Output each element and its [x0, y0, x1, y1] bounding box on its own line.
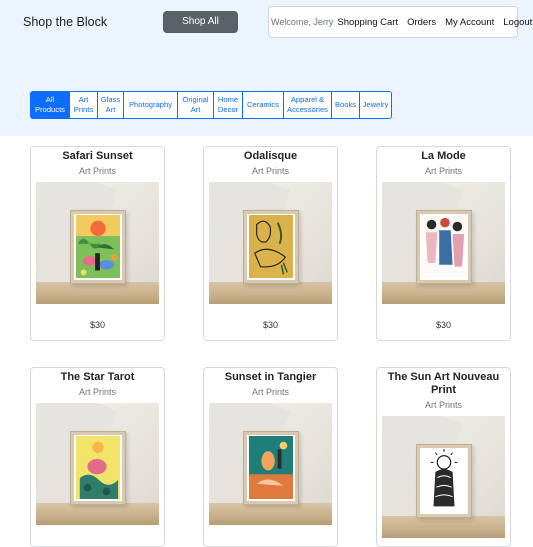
artwork-sun-art-nouveau	[422, 449, 466, 513]
product-category: Art Prints	[78, 387, 116, 397]
product-image[interactable]	[382, 416, 505, 538]
product-image[interactable]	[382, 182, 505, 304]
product-title[interactable]: Safari Sunset	[31, 150, 164, 163]
product-title[interactable]: The Sun Art Nouveau Print	[377, 371, 510, 397]
artwork-la-mode	[422, 215, 466, 279]
orders-link[interactable]: Orders	[407, 17, 436, 28]
product-category: Art Prints	[424, 166, 462, 176]
category-glass-art[interactable]: Glass Art	[97, 91, 124, 119]
product-title[interactable]: La Mode	[377, 150, 510, 163]
category-apparel-accessories[interactable]: Apparel & Accessories	[283, 91, 332, 119]
product-price: $30	[435, 320, 452, 330]
artwork-odalisque	[249, 215, 293, 279]
product-title[interactable]: The Star Tarot	[31, 371, 164, 384]
category-books[interactable]: Books	[331, 91, 360, 119]
product-card[interactable]: Safari Sunset Art Prints $30	[30, 146, 165, 341]
category-art-prints[interactable]: Art Prints	[69, 91, 98, 119]
product-image[interactable]	[209, 403, 332, 525]
artwork-star-tarot	[76, 436, 120, 500]
product-image[interactable]	[209, 182, 332, 304]
page-header: Shop the Block Shop All Welcome, Jerry S…	[0, 0, 533, 136]
category-filter-group: All Products Art Prints Glass Art Photograp…	[30, 91, 392, 119]
product-image[interactable]	[36, 403, 159, 525]
product-card[interactable]: Sunset in Tangier Art Prints	[203, 367, 338, 547]
category-jewelry[interactable]: Jewelry	[359, 91, 392, 119]
product-card[interactable]: La Mode Art Prints $30	[376, 146, 511, 341]
category-home-decor[interactable]: Home Decor	[213, 91, 243, 119]
product-card[interactable]: Odalisque Art Prints $30	[203, 146, 338, 341]
product-title[interactable]: Sunset in Tangier	[204, 371, 337, 384]
category-ceramics[interactable]: Ceramics	[242, 91, 284, 119]
user-nav: Welcome, Jerry Shopping Cart Orders My A…	[268, 6, 532, 38]
logout-link[interactable]: Logout	[503, 17, 532, 28]
product-category: Art Prints	[78, 166, 116, 176]
product-price: $30	[89, 320, 106, 330]
welcome-text: Welcome, Jerry	[271, 17, 334, 27]
my-account-link[interactable]: My Account	[445, 17, 494, 28]
artwork-sunset-in-tangier	[249, 436, 293, 500]
product-category: Art Prints	[251, 166, 289, 176]
product-card[interactable]: The Star Tarot Art Prints	[30, 367, 165, 547]
product-image[interactable]	[36, 182, 159, 304]
category-original-art[interactable]: Original Art	[177, 91, 214, 119]
shopping-cart-link[interactable]: Shopping Cart	[337, 17, 398, 28]
product-category: Art Prints	[251, 387, 289, 397]
shop-all-button[interactable]: Shop All	[163, 11, 238, 33]
product-category: Art Prints	[424, 400, 462, 410]
category-all-products[interactable]: All Products	[30, 91, 70, 119]
category-photography[interactable]: Photography	[123, 91, 178, 119]
artwork-safari-sunset	[76, 215, 120, 279]
product-title[interactable]: Odalisque	[204, 150, 337, 163]
brand-title[interactable]: Shop the Block	[23, 15, 107, 29]
product-price: $30	[262, 320, 279, 330]
product-card[interactable]: The Sun Art Nouveau Print Art Prints	[376, 367, 511, 547]
